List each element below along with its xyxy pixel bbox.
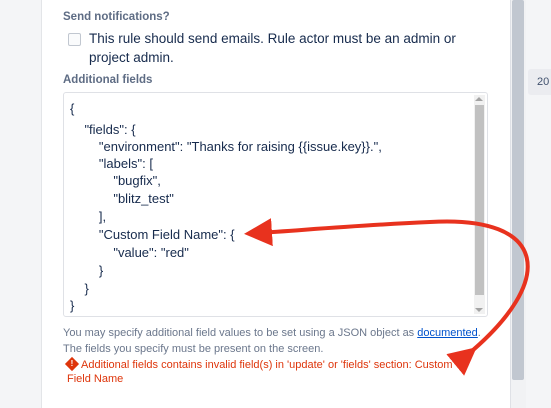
annotation-arrow xyxy=(244,218,530,376)
annotation-arrow-overlay xyxy=(244,218,530,376)
